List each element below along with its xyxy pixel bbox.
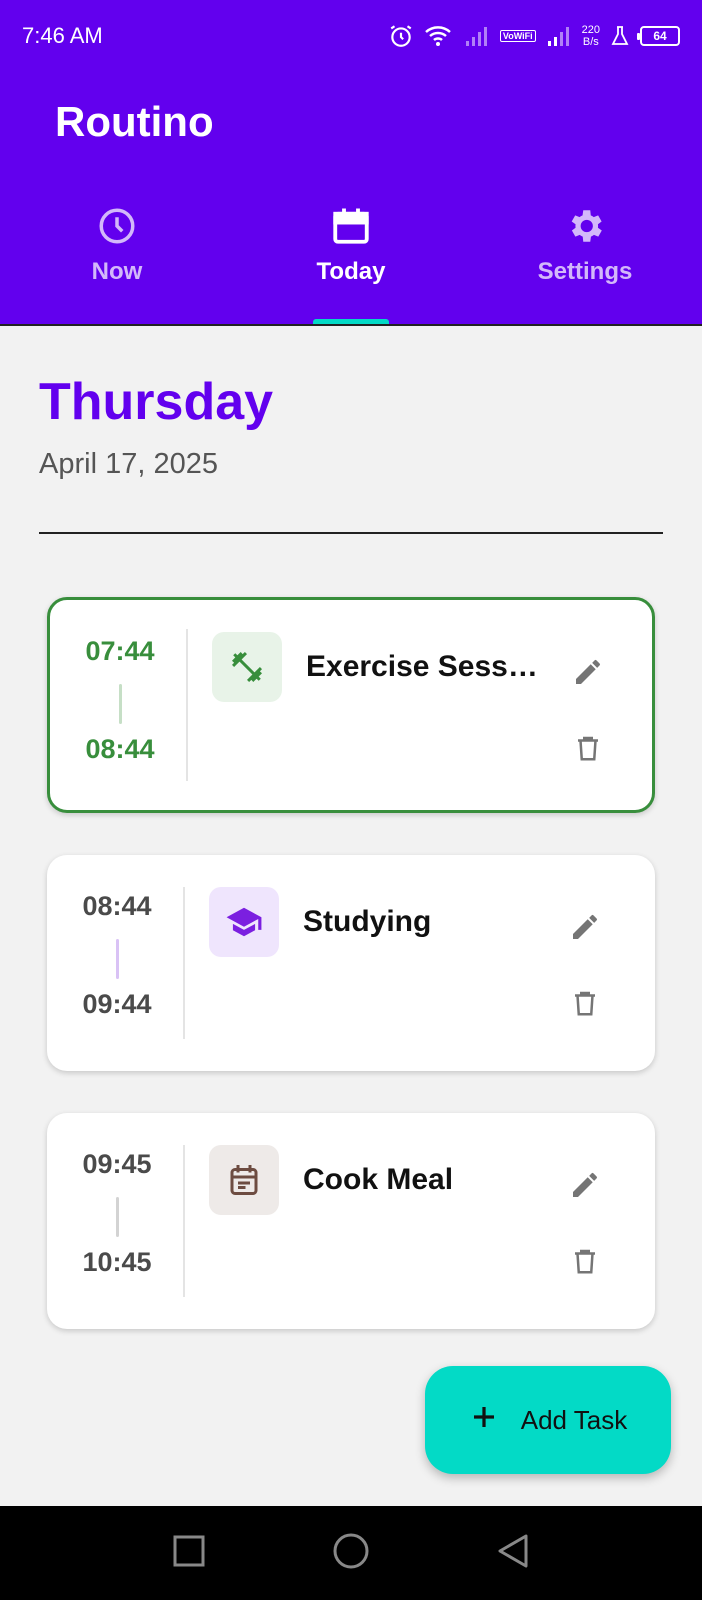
divider: [39, 532, 663, 534]
time-connector: [116, 1197, 119, 1237]
tab-now[interactable]: Now: [0, 200, 234, 325]
gear-icon: [564, 200, 606, 252]
task-card[interactable]: 09:45 10:45 Cook Meal: [47, 1113, 655, 1329]
divider: [0, 324, 702, 326]
tab-now-label: Now: [91, 258, 143, 285]
wifi-icon: [424, 24, 454, 48]
vowifi-badge: VoWiFi: [499, 30, 536, 42]
day-name: Thursday: [39, 373, 274, 431]
tab-bar: Now Today Settings: [0, 200, 702, 325]
task-start-time: 09:45: [82, 1149, 152, 1179]
tab-settings-label: Settings: [537, 258, 633, 285]
flask-icon: [610, 25, 630, 47]
add-task-button[interactable]: Add Task: [425, 1366, 671, 1474]
task-card[interactable]: 07:44 08:44 Exercise Sessi…: [47, 597, 655, 813]
home-icon[interactable]: [332, 1532, 370, 1575]
speed-value: 220: [581, 24, 600, 36]
edit-icon[interactable]: [567, 1167, 603, 1203]
status-bar: 7:46 AM VoWiFi 220 B/s 64: [0, 0, 702, 72]
recents-icon[interactable]: [172, 1534, 206, 1573]
task-end-time: 10:45: [82, 1247, 152, 1277]
speed-unit: B/s: [582, 36, 599, 48]
task-title: Cook Meal: [303, 1163, 454, 1196]
task-end-time: 08:44: [85, 734, 155, 764]
task-end-time: 09:44: [82, 989, 152, 1019]
back-icon[interactable]: [496, 1533, 530, 1574]
day-date: April 17, 2025: [39, 448, 218, 480]
edit-icon[interactable]: [570, 654, 606, 690]
tab-today-label: Today: [316, 258, 386, 285]
plus-icon: [469, 1402, 499, 1439]
task-title: Studying: [303, 905, 432, 938]
tab-settings[interactable]: Settings: [468, 200, 702, 325]
battery-icon: 64: [637, 26, 680, 46]
dumbbell-icon: [212, 632, 282, 702]
trash-icon[interactable]: [567, 1243, 603, 1279]
edit-icon[interactable]: [567, 909, 603, 945]
trash-icon[interactable]: [570, 730, 606, 766]
tab-today[interactable]: Today: [234, 200, 468, 325]
time-connector: [116, 939, 119, 979]
task-card[interactable]: 08:44 09:44 Studying: [47, 855, 655, 1071]
task-title: Exercise Sessi…: [306, 650, 546, 683]
signal-icon: [546, 25, 572, 47]
task-start-time: 07:44: [85, 636, 155, 666]
network-speed: 220 B/s: [582, 24, 600, 48]
app-bar: 7:46 AM VoWiFi 220 B/s 64 Routino Now To…: [0, 0, 702, 325]
task-start-time: 08:44: [82, 891, 152, 921]
alarm-icon: [388, 23, 414, 49]
time-connector: [119, 684, 122, 724]
divider: [186, 629, 188, 781]
status-icons: VoWiFi 220 B/s 64: [388, 23, 680, 49]
app-title: Routino: [55, 98, 214, 145]
trash-icon[interactable]: [567, 985, 603, 1021]
divider: [183, 887, 185, 1039]
system-nav-bar: [0, 1506, 702, 1600]
clock-icon: [96, 200, 138, 252]
signal-weak-icon: [464, 25, 490, 47]
calendar-icon: [330, 200, 372, 252]
graduation-cap-icon: [209, 887, 279, 957]
status-time: 7:46 AM: [22, 23, 103, 48]
divider: [183, 1145, 185, 1297]
add-task-label: Add Task: [520, 1404, 628, 1435]
event-note-icon: [209, 1145, 279, 1215]
